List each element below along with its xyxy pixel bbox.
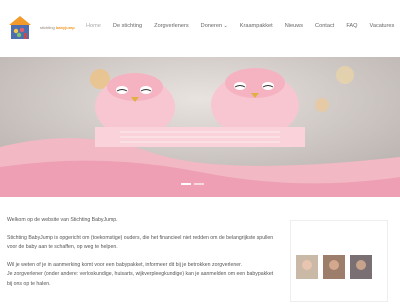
welcome-text: Welkom op de website van Stichting BabyJ…: [7, 217, 118, 223]
nav-item-faq[interactable]: FAQ: [340, 22, 363, 30]
nav-item-label: Nieuws: [284, 23, 304, 29]
nav-item-de-stichting[interactable]: De stichting: [107, 22, 148, 30]
nav-item-label: Zorgverleners: [154, 23, 189, 29]
nav-item-doneren[interactable]: Doneren ⌄: [195, 22, 234, 30]
slider-dots: [181, 183, 204, 185]
hero-slider: [0, 57, 400, 197]
nav-item-home[interactable]: Home: [80, 22, 107, 30]
caregiver-text: Je zorgverlener (onder andere: verloskun…: [7, 271, 274, 287]
about-text: Stichting BabyJump is opgericht om (toek…: [7, 234, 274, 251]
nav-item-contact[interactable]: Contact: [309, 22, 340, 30]
nav-item-label: Home: [86, 23, 101, 29]
brand-prefix: stichting: [40, 25, 55, 30]
slider-dot[interactable]: [194, 183, 204, 185]
nav-item-nieuws[interactable]: Nieuws: [279, 22, 309, 30]
photo-gallery: [290, 220, 388, 302]
nav-item-kraampakket[interactable]: Kraampakket: [234, 22, 279, 30]
chevron-down-icon: ⌄: [222, 23, 228, 29]
slider-dot[interactable]: [181, 183, 191, 185]
nav-item-vacatures[interactable]: Vacatures: [364, 22, 400, 30]
gallery-thumbnails: [296, 255, 372, 279]
brand-name[interactable]: stichting babyjump: [40, 25, 75, 30]
house-logo-icon: [9, 16, 31, 39]
nav-item-label: De stichting: [112, 23, 143, 29]
baby-shoes-photo: [0, 57, 400, 197]
welcome-content: Welkom op de website van Stichting BabyJ…: [7, 216, 277, 297]
nav-item-label: Doneren: [200, 23, 223, 29]
nav-item-label: FAQ: [346, 23, 358, 29]
nav-item-zorgverleners[interactable]: Zorgverleners: [148, 22, 195, 30]
nav-item-label: Vacatures: [369, 23, 395, 29]
site-header: stichting babyjump Home De stichting Zorgv…: [0, 0, 400, 57]
logo[interactable]: [8, 15, 32, 41]
brand-main: babyjump: [55, 25, 75, 30]
nav-item-label: Contact: [315, 23, 335, 29]
nav-item-label: Kraampakket: [239, 23, 273, 29]
eligibility-text: Wil je weten of je in aanmerking komt vo…: [7, 261, 242, 268]
main-nav: Home De stichting Zorgverleners Doneren ⌄ Kr…: [80, 22, 400, 30]
